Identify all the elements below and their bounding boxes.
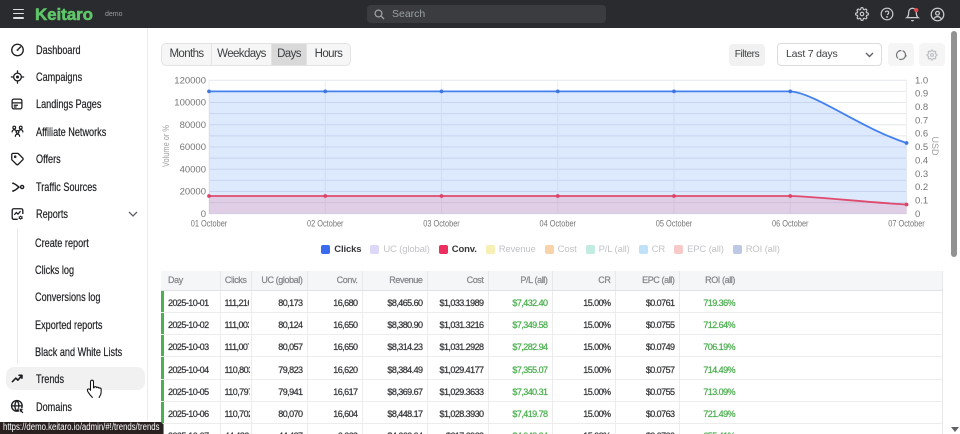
svg-text:60000: 60000	[180, 142, 206, 153]
svg-text:100000: 100000	[174, 98, 206, 109]
svg-text:0.6: 0.6	[915, 129, 928, 140]
svg-text:0.4: 0.4	[915, 155, 928, 166]
svg-text:02 October: 02 October	[307, 219, 344, 230]
svg-text:05 October: 05 October	[656, 219, 693, 230]
svg-text:20000: 20000	[180, 187, 206, 198]
svg-text:01 October: 01 October	[191, 219, 228, 230]
svg-text:0.3: 0.3	[915, 169, 928, 180]
svg-text:0.7: 0.7	[915, 115, 928, 126]
svg-text:0.2: 0.2	[915, 182, 928, 193]
svg-text:USD: USD	[930, 136, 940, 156]
svg-text:0.9: 0.9	[915, 89, 928, 100]
svg-text:03 October: 03 October	[423, 219, 460, 230]
svg-text:40000: 40000	[180, 164, 206, 175]
svg-text:120000: 120000	[174, 75, 206, 86]
svg-text:Volume or %: Volume or %	[161, 125, 171, 167]
svg-text:07 October: 07 October	[888, 219, 925, 230]
svg-text:0.8: 0.8	[915, 102, 928, 113]
svg-text:04 October: 04 October	[540, 219, 577, 230]
svg-text:0.1: 0.1	[915, 195, 928, 206]
svg-text:06 October: 06 October	[772, 219, 809, 230]
svg-text:1.0: 1.0	[915, 75, 928, 86]
svg-text:80000: 80000	[180, 120, 206, 131]
svg-text:0.5: 0.5	[915, 142, 928, 153]
